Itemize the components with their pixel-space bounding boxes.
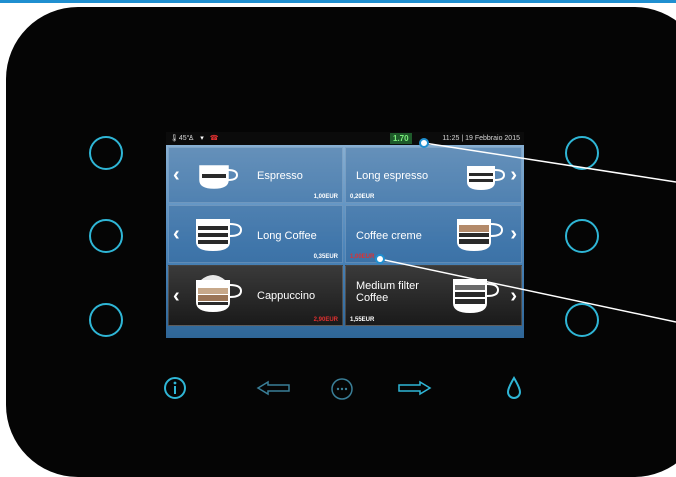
info-icon[interactable] [163,376,187,400]
arrow-left-icon[interactable] [256,380,292,396]
more-icon[interactable] [330,377,354,401]
arrow-right-icon[interactable] [396,380,432,396]
water-drop-icon[interactable] [506,376,522,400]
